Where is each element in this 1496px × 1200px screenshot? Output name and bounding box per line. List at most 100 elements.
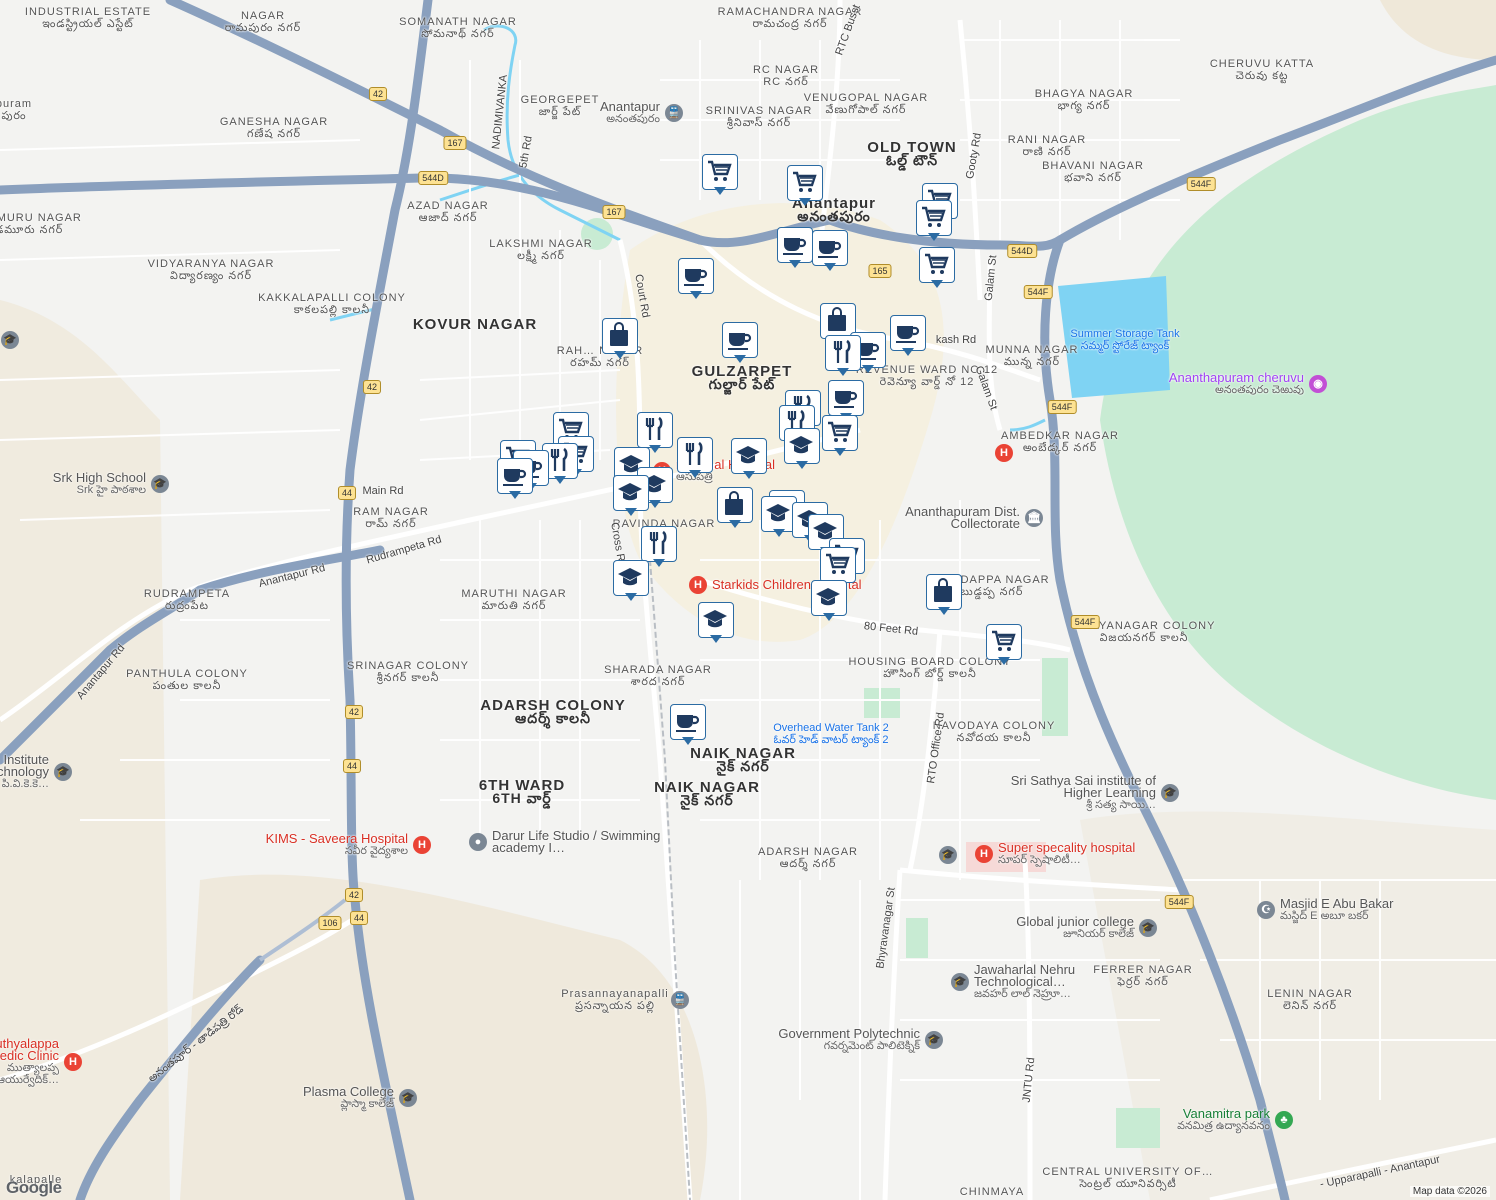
map-marker-school[interactable] — [613, 475, 649, 519]
train-icon[interactable]: 🚆 — [671, 991, 689, 1009]
place-label-chinmaya[interactable]: CHINMAYA — [960, 1186, 1024, 1198]
map-marker-school[interactable] — [784, 428, 820, 472]
place-label-kovur-nagar[interactable]: KOVUR NAGAR — [413, 317, 537, 332]
school-icon[interactable]: 🎓 — [399, 1089, 417, 1107]
place-label-6th-ward[interactable]: 6TH WARD 6TH వార్డ్ — [479, 778, 565, 805]
map-marker-cart[interactable] — [702, 154, 738, 198]
school-icon[interactable]: 🎓 — [925, 1031, 943, 1049]
place-label-gulzarpet[interactable]: GULZARPET గుల్జార్ పేట్ — [692, 364, 793, 391]
map-canvas[interactable]: INDUSTRIAL ESTATE ఇండస్ట్రియల్ ఎస్టేట్ NAG… — [0, 0, 1496, 1200]
place-label-sharada-nagar[interactable]: SHARADA NAGAR శారద నగర్ — [604, 664, 712, 688]
tree-icon[interactable]: ♣ — [1275, 1111, 1293, 1129]
place-label-industrial-estate[interactable]: INDUSTRIAL ESTATE ఇండస్ట్రియల్ ఎస్టేట్ — [25, 6, 151, 30]
poi-label-muthyalappa-clinic[interactable]: uthyalappa edic Clinic ముత్యాలప్ప ఆయుర్వే… — [0, 1037, 59, 1086]
bank-icon[interactable]: 🏛 — [1025, 509, 1043, 527]
map-marker-fork[interactable] — [677, 437, 713, 481]
map-marker-cart[interactable] — [787, 165, 823, 209]
map-marker-fork[interactable] — [825, 335, 861, 379]
place-label-georgepet[interactable]: GEORGEPET జార్జ్ పేట్ — [521, 94, 600, 118]
place-label-naik-nagar-1[interactable]: NAIK NAGAR నైక్ నగర్ — [690, 746, 796, 773]
place-label-adarsh-colony[interactable]: ADARSH COLONY ఆదర్శ్ కాలనీ — [480, 698, 626, 725]
school-icon[interactable]: 🎓 — [1161, 784, 1179, 802]
map-marker-school[interactable] — [613, 560, 649, 604]
place-label-srinivas-nagar[interactable]: SRINIVAS NAGAR శ్రీనివాస్ నగర్ — [706, 105, 813, 129]
place-label-venugopal-nagar[interactable]: VENUGOPAL NAGAR వేణుగోపాల్ నగర్ — [804, 92, 928, 116]
place-label-somanath-nagar[interactable]: SOMANATH NAGAR సోమనాథ్ నగర్ — [399, 16, 517, 40]
map-marker-cup[interactable] — [678, 258, 714, 302]
map-marker-bag[interactable] — [926, 574, 962, 618]
poi-label-ananthapuram-cheruvu[interactable]: Ananthapuram cheruvu అనంతపురం చెఱువు — [1169, 371, 1304, 396]
place-label-old-town[interactable]: OLD TOWN ఓల్డ్ టౌన్ — [867, 140, 956, 167]
place-label-ganesha-nagar[interactable]: GANESHA NAGAR గణేష నగర్ — [220, 116, 328, 140]
place-label-lakshmi-nagar[interactable]: LAKSHMI NAGAR లక్ష్మీ నగర్ — [489, 238, 592, 262]
map-marker-cart[interactable] — [916, 200, 952, 244]
poi-label-institute-tech[interactable]: Institute Technologyపి.వి.కె.కె… — [0, 753, 49, 790]
hospital-icon[interactable]: H — [995, 444, 1013, 462]
place-label-maruthi-nagar[interactable]: MARUTHI NAGAR మారుతి నగర్ — [461, 588, 566, 612]
place-label-overhead-water-tank[interactable]: Overhead Water Tank 2 ఓవర్ హెడ్ వాటర్ ట్య… — [773, 722, 889, 746]
place-label-rc-nagar[interactable]: RC NAGAR RC నగర్ — [753, 64, 819, 88]
map-marker-cup[interactable] — [722, 322, 758, 366]
hospital-icon[interactable]: H — [64, 1053, 82, 1071]
school-icon[interactable]: 🎓 — [1, 331, 19, 349]
place-label-azad-nagar[interactable]: AZAD NAGAR ఆజాద్ నగర్ — [407, 200, 489, 224]
place-label-ambedkar-nagar[interactable]: AMBEDKAR NAGAR అంబేడ్కర్ నగర్ — [1001, 430, 1119, 454]
place-label-naik-nagar-2[interactable]: NAIK NAGAR నైక్ నగర్ — [654, 780, 760, 807]
place-label-kakkalapalli-colony[interactable]: KAKKALAPALLI COLONY కాకలపల్లి కాలనీ — [258, 292, 406, 316]
poi-label-anantapur-station[interactable]: Anantapur అనంతపురం — [600, 100, 660, 125]
place-label-ram-nagar[interactable]: RAM NAGAR రామ్ నగర్ — [353, 506, 429, 530]
place-label-rani-nagar[interactable]: RANI NAGAR రాణి నగర్ — [1008, 134, 1086, 158]
school-icon[interactable]: 🎓 — [54, 763, 72, 781]
poi-label-sathya-sai[interactable]: Sri Sathya Sai institute of Higher Learn… — [986, 774, 1156, 811]
map-marker-cart[interactable] — [919, 247, 955, 291]
school-icon[interactable]: 🎓 — [1139, 919, 1157, 937]
map-marker-school[interactable] — [811, 580, 847, 624]
place-label-nagar-ramapuram[interactable]: NAGAR రామపురం నగర్ — [225, 10, 301, 34]
place-label-central-university[interactable]: CENTRAL UNIVERSITY OF… సెంట్రల్ యూనివర్సి… — [1042, 1166, 1213, 1190]
place-label-summer-storage-tank[interactable]: Summer Storage Tank సమ్మర్ స్టోరేజ్ ట్యాం… — [1070, 328, 1179, 352]
poi-label-vanamitra-park[interactable]: Vanamitra park వనమిత్ర ఉద్యానవనం — [1177, 1107, 1270, 1132]
map-marker-cup[interactable] — [890, 315, 926, 359]
map-marker-cart[interactable] — [822, 415, 858, 459]
map-marker-cup[interactable] — [497, 458, 533, 502]
place-label-prasannayanapalli[interactable]: Prasannayanapalli ప్రసన్నాయన పల్లి — [561, 988, 669, 1012]
hospital-icon[interactable]: H — [413, 836, 431, 854]
poi-label-plasma-college[interactable]: Plasma College ప్లాస్మా కాలేజ్ — [303, 1085, 394, 1110]
school-icon[interactable]: 🎓 — [939, 846, 957, 864]
hospital-icon[interactable]: H — [975, 845, 993, 863]
school-icon[interactable]: 🎓 — [151, 475, 169, 493]
poi-label-masjid-abu-bakar[interactable]: Masjid E Abu Bakar మస్జిద్ E అబూ బకర్ — [1280, 897, 1393, 922]
school-icon[interactable]: 🎓 — [951, 973, 969, 991]
place-label-lenin-nagar[interactable]: LENIN NAGAR లెనిన్ నగర్ — [1267, 988, 1353, 1012]
poi-label-govt-polytechnic[interactable]: Government Polytechnic గవర్నమెంట్ పాలిటెక… — [778, 1027, 920, 1052]
map-marker-cup[interactable] — [670, 704, 706, 748]
poi-label-kims-saveera[interactable]: KIMS - Saveera Hospital సవీర వైద్యశాల — [266, 832, 408, 857]
place-icon[interactable]: ● — [469, 833, 487, 851]
map-marker-school[interactable] — [731, 438, 767, 482]
map-marker-cup[interactable] — [812, 230, 848, 274]
map-marker-school[interactable] — [698, 602, 734, 646]
place-label-panthula-colony[interactable]: PANTHULA COLONY పంతుల కాలనీ — [126, 668, 248, 692]
place-label-vidyaranya-nagar[interactable]: VIDYARANYA NAGAR విద్యారణ్యం నగర్ — [148, 258, 275, 282]
poi-label-dist-collectorate[interactable]: Ananthapuram Dist. Collectorate — [850, 505, 1020, 530]
map-marker-bag[interactable] — [717, 487, 753, 531]
place-label-munna-nagar[interactable]: MUNNA NAGAR మున్న నగర్ — [986, 344, 1079, 368]
map-marker-bag[interactable] — [602, 318, 638, 362]
map-attribution[interactable]: Map data ©2026 — [1409, 1186, 1490, 1197]
poi-label-jntu-college[interactable]: Jawaharlal Nehru Technological… జవహర్ లాల… — [974, 963, 1144, 1000]
hospital-icon[interactable]: H — [689, 576, 707, 594]
train-icon[interactable]: 🚆 — [665, 104, 683, 122]
place-label-bhavani-nagar[interactable]: BHAVANI NAGAR భవాని నగర్ — [1042, 160, 1144, 184]
place-label-navodaya-colony[interactable]: NAVODAYA COLONY నవోదయ కాలనీ — [933, 720, 1056, 744]
mosque-icon[interactable]: ☪ — [1257, 901, 1275, 919]
place-label-bhagya-nagar[interactable]: BHAGYA NAGAR భాగ్య నగర్ — [1035, 88, 1134, 112]
place-label-rudrampeta[interactable]: RUDRAMPETA రుద్రంపేట — [144, 588, 230, 612]
poi-label-super-speciality[interactable]: Super specality hospital సూపర్ స్పెషాలిటీ… — [998, 841, 1135, 866]
place-label-ramachandra-nagar[interactable]: RAMACHANDRA NAGAR రామచంద్ర నగర్ — [718, 6, 863, 30]
place-label-adarsh-nagar[interactable]: ADARSH NAGAR ఆదర్శ్ నగర్ — [758, 846, 858, 870]
place-label-cheruvu-katta[interactable]: CHERUVU KATTA చెరువు కట్ట — [1210, 58, 1314, 82]
place-label-srinagar-colony[interactable]: SRINAGAR COLONY శ్రీనగర్ కాలనీ — [347, 660, 469, 684]
place-label-left-puram[interactable]: puramపురం — [0, 98, 32, 122]
map-marker-cart[interactable] — [986, 624, 1022, 668]
poi-label-darur-life-studio[interactable]: Darur Life Studio / Swimming academy I… — [492, 829, 662, 854]
